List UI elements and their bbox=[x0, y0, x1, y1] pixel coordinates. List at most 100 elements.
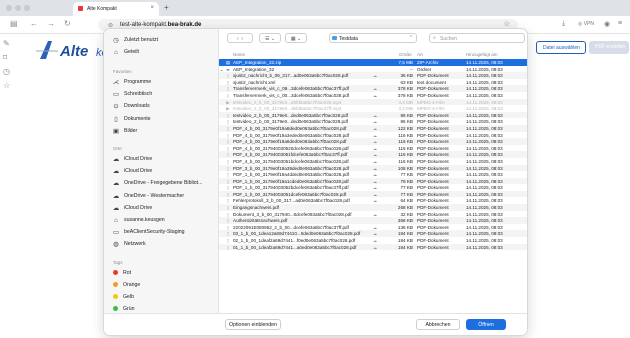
file-row[interactable]: ▯ 01_1_b_00_1deaf2a69d7441...a0ed0e063a5b… bbox=[219, 243, 527, 251]
sidebar-tag[interactable]: Orange bbox=[111, 280, 140, 290]
file-name: PDF_4_b_00_31794003051bdcefe063a5bc7f0ac… bbox=[233, 158, 349, 164]
column-kind[interactable]: Art bbox=[417, 52, 423, 57]
forward-icon[interactable]: → bbox=[47, 19, 55, 28]
select-file-button[interactable]: Datei auswählen bbox=[536, 41, 586, 54]
tab-title: Alte Kompakt bbox=[87, 6, 117, 12]
file-row[interactable]: ▤ AEP_Integration_32.zip 7,5 MB ZIP-Archiv 1… bbox=[219, 59, 527, 66]
file-name: PDF_4_b_00_3179e0f19a8ded0e063a5bc7f0ac0… bbox=[233, 125, 347, 131]
file-size: -- bbox=[409, 66, 413, 72]
sidebar-item[interactable]: ⌂ Geteilt bbox=[111, 47, 139, 57]
file-row[interactable]: ▯ PDF_1_b_00_3179e0f19a1cded0e063a5bc7f0a… bbox=[219, 177, 527, 185]
bookmark-star-icon[interactable]: ☆ bbox=[504, 20, 510, 28]
bookmarks-icon[interactable]: ⌑ bbox=[3, 53, 7, 62]
sidebar-item[interactable]: ☁ iCloud Drive bbox=[111, 203, 153, 213]
reload-icon[interactable]: ↻ bbox=[64, 19, 71, 28]
file-kind: PDF-Dokument bbox=[417, 73, 449, 79]
search-input[interactable]: ⌕ Suchen bbox=[429, 33, 525, 43]
file-row[interactable]: ▯ PDF_4_b_00_317940030520dcefe063a5bc7f0a… bbox=[219, 145, 527, 152]
sidebar-item[interactable]: ▣ Bilder bbox=[111, 126, 137, 136]
file-row[interactable]: ▯ 03_1_b_00_1dea12a69d74410...0ded0e063a5… bbox=[219, 230, 527, 238]
cloud-status-icon: ☁ bbox=[373, 224, 377, 230]
browser-tab[interactable]: Alte Kompakt × bbox=[73, 2, 159, 16]
file-row[interactable]: ▶ testvideo_2_b_00_3179e0...d6fd8a5bc7f0a… bbox=[219, 105, 527, 112]
file-name: testvideo_2_b_00_3179e0...d6fd8a5bc7f0ac… bbox=[233, 99, 342, 105]
sidebar-item[interactable]: ⊙ Downloads bbox=[111, 101, 149, 111]
file-row[interactable]: ▯ xjustiz_nachricht.xml 63 KB text document… bbox=[219, 79, 527, 86]
file-row[interactable]: ▯ testvideo_2_b_00_3179e0...ded0e063a5bc7… bbox=[219, 111, 527, 119]
back-forward-buttons[interactable]: ‹ › bbox=[227, 33, 253, 43]
file-row[interactable]: ▯ Fehlerprotokoll_3_b_00_317...ad0e063a5b… bbox=[219, 197, 527, 204]
sidebar-item[interactable]: ▭ Schreibtisch bbox=[111, 89, 152, 99]
sidebar-item[interactable]: ⌂ susanne.keusgen bbox=[111, 215, 165, 225]
favorites-icon[interactable]: ☆ bbox=[3, 81, 10, 90]
history-icon[interactable]: ◷ bbox=[3, 67, 10, 76]
sidebar-item[interactable]: ▭ beAClientSecurity-Staging bbox=[111, 227, 185, 237]
file-row[interactable]: ▯ Eingangsnachweis.pdf 268 KB PDF-Dokument 1… bbox=[219, 204, 527, 211]
column-name[interactable]: Name bbox=[233, 52, 245, 57]
sidebar-toggle-icon[interactable]: ▤ bbox=[10, 19, 18, 28]
file-row[interactable]: ▯ Authentizitätsnachweis.pdf 368 KB PDF-Dok… bbox=[219, 217, 527, 224]
file-row[interactable]: ▯ Transfervermerk_vis_c_09...3dcefe063a5b… bbox=[219, 85, 527, 92]
sidebar-item[interactable]: ☁ iCloud Drive bbox=[111, 166, 153, 176]
create-pdf-button[interactable]: PDF erstellen bbox=[589, 41, 629, 54]
menu-icon[interactable]: ≡ bbox=[618, 20, 622, 27]
download-icon[interactable]: ⤓ bbox=[562, 20, 565, 28]
sidebar-item[interactable]: ◷ Zuletzt benutzt bbox=[111, 35, 158, 45]
file-row[interactable]: ▯ Transfervermerk_vis_c_00...3dcefe063a5b… bbox=[219, 92, 527, 99]
site-info-icon[interactable]: ⊜ bbox=[108, 22, 113, 29]
profile-icon[interactable]: ◉ bbox=[604, 20, 610, 28]
file-row[interactable]: ⌄ ▰ AEP_Integration_32 -- Ordner 14.11.2025, … bbox=[219, 66, 527, 73]
sidebar-item[interactable]: ☁ iCloud Drive bbox=[111, 154, 153, 164]
file-row[interactable]: ▯ xjustiz_nachricht_b_09_317...ad0e063a5b… bbox=[219, 72, 527, 79]
file-row[interactable]: ▯ PDF_1_b_00_3179e0f19a4dded0e063a5bc7f0a… bbox=[219, 171, 527, 178]
file-row[interactable]: ▯ PDF_4_b_00_3179e0f19a8ded0e063a5bc7f0ac… bbox=[219, 138, 527, 145]
open-button[interactable]: Öffnen bbox=[466, 319, 506, 330]
sidebar-item[interactable]: ☁ OneDrive - Freigegebene Bibliot... bbox=[111, 178, 203, 188]
file-kind: PDF-Dokument bbox=[417, 112, 449, 118]
sidebar-section-heading: Tags bbox=[113, 259, 123, 265]
file-size: 116 KB bbox=[398, 139, 413, 145]
panel-add-icon[interactable]: ✎ bbox=[3, 39, 10, 48]
file-row[interactable]: ▯ 02_1_b_00_1deaf2a69d7441...f0ed0e063a5b… bbox=[219, 237, 527, 244]
cancel-button[interactable]: Abbrechen bbox=[416, 319, 460, 330]
show-options-button[interactable]: Optionen einblenden bbox=[225, 319, 281, 330]
new-tab-icon[interactable]: + bbox=[164, 3, 169, 12]
file-row[interactable]: ▯ PDF_3_b_00_3179e0f19a39ded0e063a5bc7f0a… bbox=[219, 164, 527, 172]
sidebar-item[interactable]: ▯ Dokumente bbox=[111, 114, 150, 124]
disclosure-triangle-icon[interactable]: ⌄ bbox=[220, 67, 223, 72]
vpn-badge[interactable]: ◎ VPN bbox=[578, 21, 594, 27]
window-close-button[interactable] bbox=[6, 5, 12, 11]
file-name: AEP_Integration_32 bbox=[233, 66, 275, 72]
file-date: 14.11.2025, 08:03 bbox=[466, 60, 503, 65]
close-tab-icon[interactable]: × bbox=[150, 5, 154, 11]
cloud-status-icon: ☁ bbox=[373, 185, 377, 191]
sidebar-tag[interactable]: Gelb bbox=[111, 292, 134, 302]
column-size[interactable]: Größe bbox=[399, 52, 412, 57]
sidebar-item[interactable]: ☁ OneDrive - Westermacher bbox=[111, 191, 184, 201]
file-row[interactable]: ▯ PDF_4_b_00_3179e0f19a8ded0e063a5bc7f0ac… bbox=[219, 124, 527, 132]
home-icon: ⌂ bbox=[114, 216, 118, 224]
file-row[interactable]: ▯ testvideo_2_b_00_3179e0...ded0e063a5bc7… bbox=[219, 118, 527, 125]
file-row[interactable]: ▯ 22022091E080952_2_b_00...dcefe063a5bc7f… bbox=[219, 224, 527, 231]
file-row[interactable]: ▯ Dokument_3_b_00_317940...8dcefe063a5bc7… bbox=[219, 211, 527, 218]
file-row[interactable]: ▯ PDF_1_b_00_31794003051dcefe063a5bc7f0ac… bbox=[219, 190, 527, 198]
file-row[interactable]: ▯ PDF_4_b_00_31794003051bdcefe063a5bc7f0a… bbox=[219, 158, 527, 165]
group-button[interactable]: ▦ ⌄ bbox=[285, 33, 307, 43]
sidebar-item[interactable]: ⋌ Programme bbox=[111, 77, 151, 87]
file-kind: PDF-Dokument bbox=[417, 178, 449, 184]
view-mode-button[interactable]: ☰ ⌄ bbox=[259, 33, 281, 43]
window-zoom-button[interactable] bbox=[24, 5, 30, 11]
sidebar-tag[interactable]: Rot bbox=[111, 268, 131, 278]
file-row[interactable]: ▯ PDF_4_b_00_31794003051fdcefe063a5bc7f0a… bbox=[219, 151, 527, 158]
back-icon[interactable]: ← bbox=[30, 19, 38, 28]
sidebar-item-label: iCloud Drive bbox=[124, 168, 153, 175]
file-row[interactable]: ▯ PDF_1_b_00_31794003052bdcefe063a5bc7f0a… bbox=[219, 184, 527, 191]
location-popup[interactable]: Testdata ⌃ bbox=[329, 33, 417, 43]
file-row[interactable]: ▯ PDF_4_b_00_3179e0f19a3eded0e063a5bc7f0a… bbox=[219, 132, 527, 139]
cloud-status-icon: ☁ bbox=[373, 119, 377, 125]
file-row[interactable]: ▶ testvideo_2_b_00_3179e0...d6fd8a5bc7f0a… bbox=[219, 98, 527, 106]
column-date[interactable]: Hinzugefügt am bbox=[466, 52, 498, 57]
window-minimize-button[interactable] bbox=[15, 5, 21, 11]
tag-color-dot bbox=[113, 282, 118, 288]
sidebar-item[interactable]: ◍ Netzwerk bbox=[111, 239, 145, 249]
